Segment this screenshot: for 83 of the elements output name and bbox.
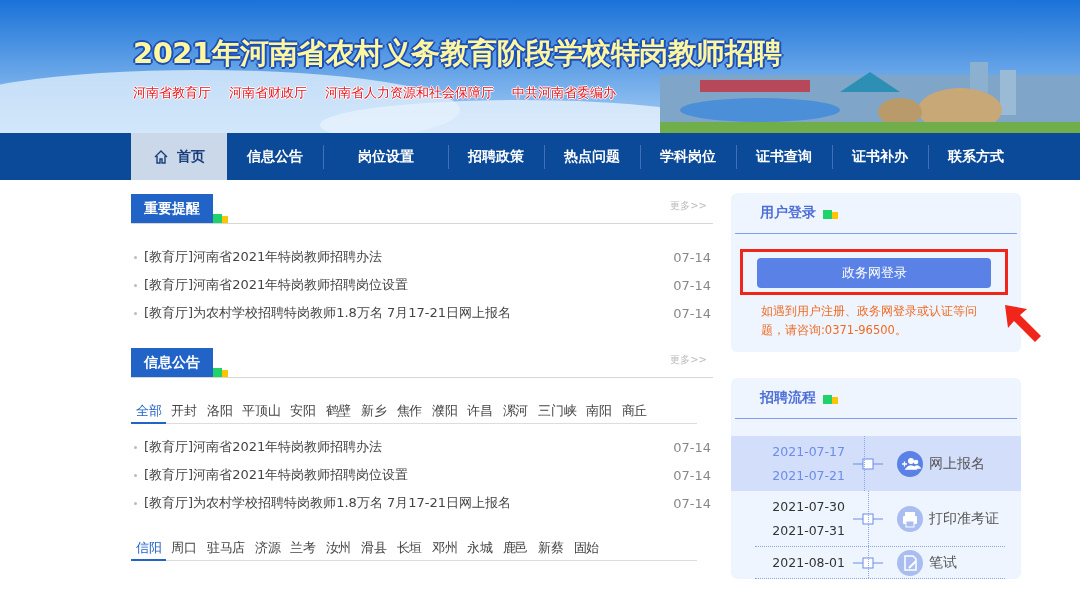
nav-tab[interactable]: 证书补办 (832, 133, 928, 180)
bullet-icon (134, 501, 137, 505)
document-pen-icon (897, 549, 923, 576)
news-date: 07-14 (673, 305, 711, 321)
region-tab[interactable]: 濮阳 (426, 402, 463, 423)
timeline-step[interactable]: 2021-07-17 2021-07-21 网上报名 (731, 436, 1021, 491)
squares-icon (213, 214, 228, 223)
bullet-icon (134, 473, 137, 477)
region-tab[interactable]: 长垣 (391, 539, 427, 560)
region-tab[interactable]: 固始 (568, 539, 604, 560)
region-tab[interactable]: 新蔡 (533, 539, 569, 560)
news-date: 07-14 (673, 249, 711, 265)
bullet-icon (134, 283, 137, 287)
region-tab[interactable]: 周口 (166, 539, 202, 560)
step-date: 2021-07-31 (772, 523, 845, 538)
step-date: 2021-07-30 (772, 499, 845, 514)
region-tab[interactable]: 开封 (166, 402, 202, 423)
region-tab[interactable]: 全部 (131, 402, 167, 424)
section-title: 重要提醒 (131, 194, 213, 223)
news-date: 07-14 (673, 277, 711, 293)
news-link[interactable]: [教育厅]为农村学校招聘特岗教师1.8万名 7月17-21日网上报名 (144, 304, 674, 322)
region-tab[interactable]: 鹤壁 (320, 402, 357, 423)
region-tab[interactable]: 新乡 (356, 402, 392, 423)
news-link[interactable]: [教育厅]河南省2021年特岗教师招聘岗位设置 (144, 466, 674, 484)
news-date: 07-14 (673, 439, 711, 455)
site-title: 2021年河南省农村义务教育阶段学校特岗教师招聘 (133, 35, 782, 72)
nav-tab[interactable]: 信息公告 (227, 133, 323, 180)
help-note: 如遇到用户注册、政务网登录或认证等问题，请咨询:0371-96500。 (760, 303, 978, 339)
region-tab[interactable]: 洛阳 (201, 402, 238, 423)
timeline-node (853, 456, 883, 471)
region-tab[interactable]: 商丘 (616, 402, 653, 423)
region-tab[interactable]: 邓州 (426, 539, 463, 560)
nav-tab[interactable]: 首页 (131, 133, 227, 180)
bullet-icon (134, 255, 137, 259)
region-tab[interactable]: 漯河 (497, 402, 534, 423)
timeline-step[interactable]: 2021-07-30 2021-07-31 打印准考证 (755, 491, 1005, 547)
step-date: 2021-07-21 (772, 468, 845, 483)
panel-title: 招聘流程 (760, 389, 816, 407)
nav-tab[interactable]: 热点问题 (544, 133, 640, 180)
squares-icon (823, 395, 838, 404)
timeline-node (853, 555, 883, 570)
nav-tab[interactable]: 学科岗位 (640, 133, 736, 180)
step-label: 笔试 (929, 553, 957, 572)
region-tab[interactable]: 济源 (249, 539, 286, 560)
region-tab[interactable]: 许昌 (462, 402, 498, 423)
printer-icon (897, 505, 923, 532)
timeline-node (853, 511, 883, 526)
add-users-icon (897, 450, 923, 477)
region-tab[interactable]: 平顶山 (237, 402, 286, 423)
login-button[interactable]: 政务网登录 (757, 258, 991, 288)
squares-icon (823, 210, 838, 219)
region-tab[interactable]: 三门峡 (533, 402, 582, 423)
nav-tab[interactable]: 证书查询 (736, 133, 832, 180)
news-date: 07-14 (673, 467, 711, 483)
region-tab[interactable]: 驻马店 (201, 539, 250, 560)
region-tab[interactable]: 兰考 (285, 539, 321, 560)
news-link[interactable]: [教育厅]河南省2021年特岗教师招聘办法 (144, 248, 674, 266)
timeline-step[interactable]: 2021-08-01 笔试 (755, 547, 1005, 579)
region-tab[interactable]: 南阳 (581, 402, 617, 423)
news-date: 07-14 (673, 495, 711, 511)
bullet-icon (134, 311, 137, 315)
section-title: 信息公告 (131, 348, 213, 377)
home-icon (153, 148, 169, 165)
nav-tab[interactable]: 岗位设置 (323, 133, 448, 180)
step-date: 2021-08-01 (772, 555, 845, 570)
region-tab[interactable]: 安阳 (285, 402, 321, 423)
step-label: 打印准考证 (929, 509, 999, 528)
region-tab[interactable]: 鹿邑 (497, 539, 534, 560)
bullet-icon (134, 445, 137, 449)
squares-icon (213, 368, 228, 377)
region-tab[interactable]: 信阳 (131, 539, 167, 561)
step-label: 网上报名 (929, 454, 985, 473)
region-tab[interactable]: 焦作 (391, 402, 427, 423)
step-date: 2021-07-17 (772, 444, 845, 459)
region-tab[interactable]: 永城 (462, 539, 498, 560)
news-link[interactable]: [教育厅]为农村学校招聘特岗教师1.8万名 7月17-21日网上报名 (144, 494, 674, 512)
region-tab[interactable]: 汝州 (320, 539, 357, 560)
news-link[interactable]: [教育厅]河南省2021年特岗教师招聘岗位设置 (144, 276, 674, 294)
nav-tab[interactable]: 招聘政策 (448, 133, 544, 180)
panel-title: 用户登录 (760, 204, 816, 222)
nav-tab[interactable]: 联系方式 (928, 133, 1024, 180)
news-link[interactable]: [教育厅]河南省2021年特岗教师招聘办法 (144, 438, 674, 456)
region-tab[interactable]: 滑县 (356, 539, 392, 560)
